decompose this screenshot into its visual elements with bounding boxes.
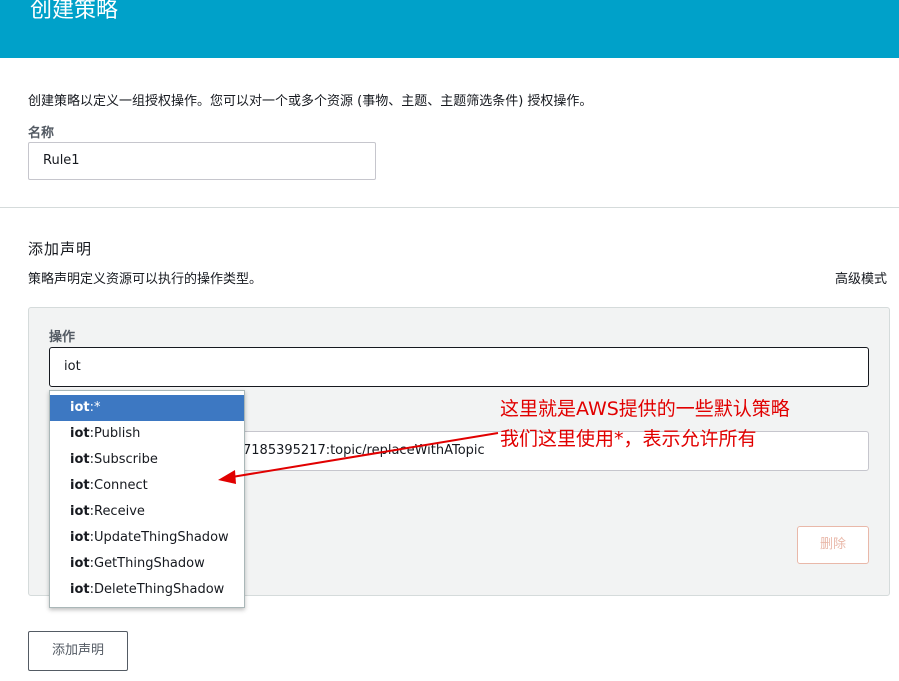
option-suffix: :Connect bbox=[89, 478, 148, 493]
option-keyword: iot bbox=[70, 582, 90, 597]
advanced-mode-link[interactable]: 高级模式 bbox=[835, 268, 887, 287]
dropdown-option[interactable]: iot:* bbox=[50, 395, 244, 421]
option-keyword: iot bbox=[70, 452, 90, 467]
dropdown-option[interactable]: iot:Connect bbox=[50, 473, 244, 499]
option-suffix: :DeleteThingShadow bbox=[89, 582, 225, 597]
dropdown-option[interactable]: iot:GetThingShadow bbox=[50, 551, 244, 577]
action-input[interactable]: iot bbox=[49, 347, 869, 387]
dropdown-option[interactable]: iot:Subscribe bbox=[50, 447, 244, 473]
option-suffix: :UpdateThingShadow bbox=[89, 530, 229, 545]
option-keyword: iot bbox=[70, 504, 90, 519]
option-keyword: iot bbox=[70, 400, 90, 415]
delete-statement-button[interactable]: 删除 bbox=[797, 526, 869, 564]
option-suffix: :* bbox=[89, 400, 101, 415]
annotation-line-1: 这里就是AWS提供的一些默认策略 bbox=[500, 398, 790, 420]
action-label: 操作 bbox=[49, 330, 76, 345]
option-suffix: :Receive bbox=[89, 504, 145, 519]
resource-arn-value: 7185395217:topic/replaceWithATopic bbox=[243, 443, 485, 458]
option-keyword: iot bbox=[70, 426, 90, 441]
policy-name-input[interactable]: Rule1 bbox=[28, 142, 376, 180]
option-suffix: :Publish bbox=[89, 426, 141, 441]
name-label: 名称 bbox=[28, 126, 55, 141]
page-title: 创建策略 bbox=[30, 0, 119, 23]
option-keyword: iot bbox=[70, 556, 90, 571]
add-statement-button[interactable]: 添加声明 bbox=[28, 631, 128, 671]
option-keyword: iot bbox=[70, 478, 90, 493]
action-autocomplete-dropdown: iot:* iot:Publish iot:Subscribe iot:Connect… bbox=[49, 390, 245, 608]
dropdown-option[interactable]: iot:UpdateThingShadow bbox=[50, 525, 244, 551]
add-statement-heading: 添加声明 bbox=[28, 240, 93, 258]
annotation-line-2: 我们这里使用*，表示允许所有 bbox=[500, 428, 757, 450]
dropdown-option[interactable]: iot:Receive bbox=[50, 499, 244, 525]
policy-description: 创建策略以定义一组授权操作。您可以对一个或多个资源 (事物、主题、主题筛选条件)… bbox=[28, 94, 593, 109]
section-divider bbox=[0, 207, 899, 208]
statement-description: 策略声明定义资源可以执行的操作类型。 bbox=[28, 272, 263, 287]
option-suffix: :Subscribe bbox=[89, 452, 158, 467]
dropdown-option[interactable]: iot:DeleteThingShadow bbox=[50, 577, 244, 603]
option-suffix: :GetThingShadow bbox=[89, 556, 205, 571]
option-keyword: iot bbox=[70, 530, 90, 545]
page-header: 创建策略 bbox=[0, 0, 899, 58]
dropdown-option[interactable]: iot:Publish bbox=[50, 421, 244, 447]
